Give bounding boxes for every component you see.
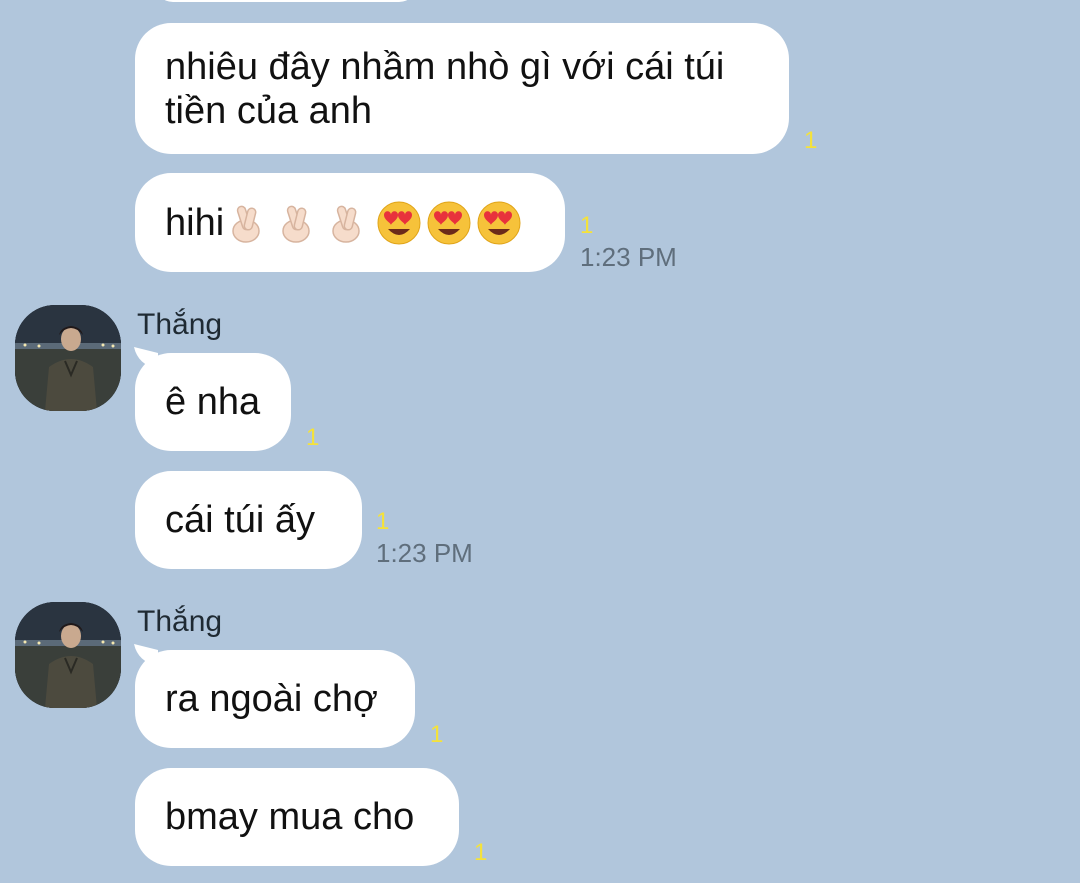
message-bubble[interactable]: bmay mua cho — [135, 768, 459, 866]
read-indicator: 1 — [376, 508, 390, 535]
avatar[interactable] — [15, 305, 121, 411]
message-bubble[interactable]: cái túi ấy — [135, 471, 362, 569]
sender-name: Thắng — [137, 605, 223, 638]
message-bubble[interactable]: nhiêu đây nhầm nhò gì với cái túi tiền c… — [135, 23, 789, 154]
read-indicator: 1 — [430, 721, 444, 748]
crossed-fingers-icon — [232, 205, 260, 243]
previous-message-bubble-edge[interactable] — [155, 0, 417, 2]
avatar-photo — [15, 305, 121, 411]
message-bubble[interactable]: ê nha — [135, 353, 291, 451]
message-text: hihi — [165, 201, 225, 244]
message-text: ra ngoài chợ — [165, 678, 378, 720]
crossed-fingers-icon — [282, 205, 310, 243]
heart-eyes-icon — [377, 201, 421, 244]
message-text: nhiêu đây nhầm nhò gì với cái túi tiền c… — [165, 45, 725, 132]
chat-area[interactable]: nhiêu đây nhầm nhò gì với cái túi tiền c… — [0, 0, 1080, 883]
sender-name: Thắng — [137, 308, 223, 341]
message-bubble[interactable]: ra ngoài chợ — [135, 650, 415, 748]
crossed-fingers-icon — [332, 205, 360, 243]
message-bubble[interactable]: hihi — [135, 173, 565, 272]
avatar-photo — [15, 602, 121, 708]
message-timestamp: 1:23 PM — [580, 242, 677, 272]
emoji-group — [226, 200, 526, 246]
heart-eyes-icon — [427, 201, 471, 244]
read-indicator: 1 — [804, 127, 818, 154]
avatar[interactable] — [15, 602, 121, 708]
message-text: ê nha — [165, 381, 261, 423]
read-indicator: 1 — [580, 212, 594, 239]
read-indicator: 1 — [474, 839, 488, 866]
message-text: bmay mua cho — [165, 796, 415, 838]
read-indicator: 1 — [306, 424, 320, 451]
message-timestamp: 1:23 PM — [376, 538, 473, 568]
message-text: cái túi ấy — [165, 499, 315, 541]
heart-eyes-icon — [477, 201, 521, 244]
